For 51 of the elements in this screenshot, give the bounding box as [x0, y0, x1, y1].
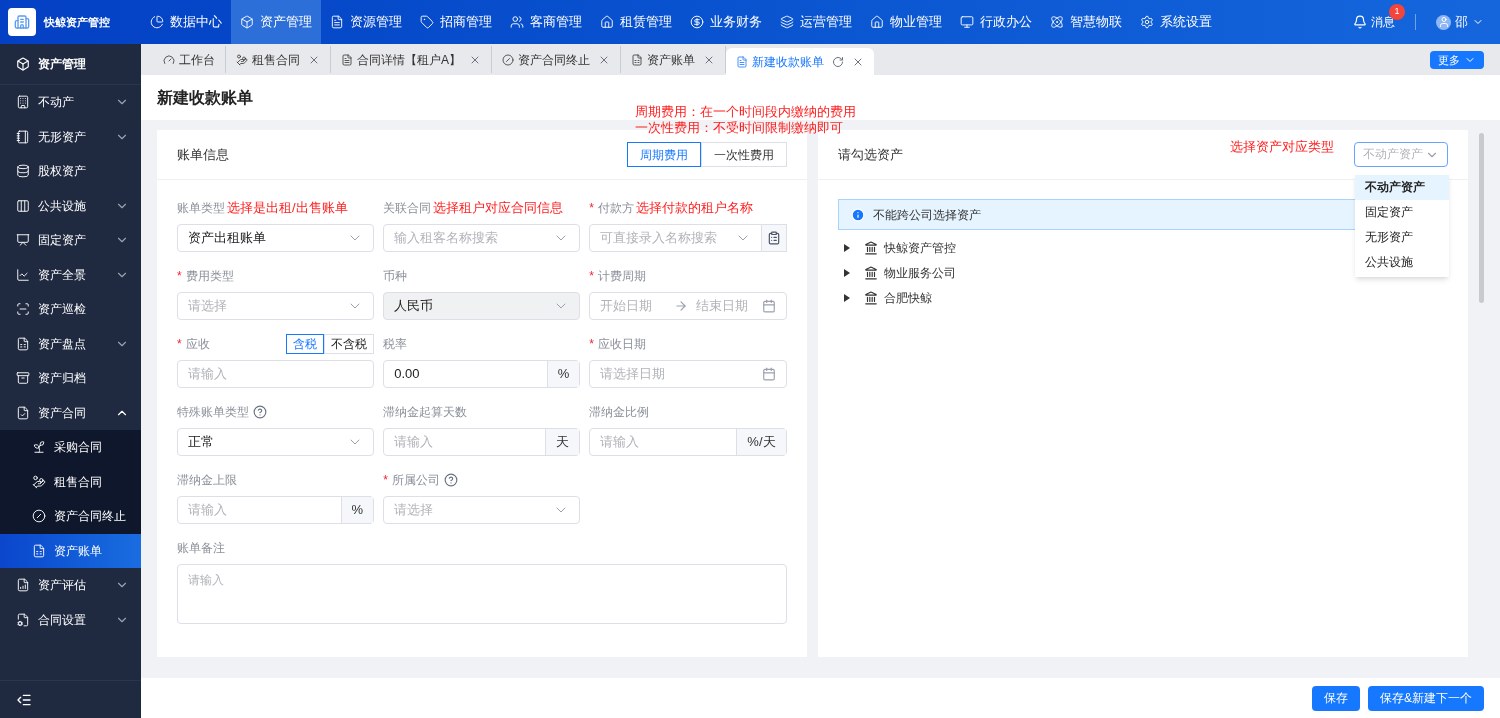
annotation-text: 选择是出租/出售账单 — [227, 199, 348, 218]
field-label: 所属公司 — [391, 472, 440, 489]
field-label: 滞纳金上限 — [177, 472, 237, 489]
field-value: 正常 — [188, 433, 214, 452]
field-label: 账单备注 — [177, 540, 226, 557]
unit-addon: %/天 — [736, 429, 786, 455]
field-label: 计费周期 — [598, 268, 646, 285]
field-label: 关联合同 — [383, 200, 432, 217]
alert-text: 不能跨公司选择资产 — [872, 206, 981, 224]
field-value: 资产出租账单 — [188, 229, 266, 248]
required-mark: * — [589, 200, 594, 217]
sidebar-title: 资产管理 — [38, 56, 86, 73]
field-placeholder: 请选择 — [394, 501, 434, 520]
field-placeholder: 开始日期 — [600, 297, 654, 316]
field-label: 特殊账单类型 — [177, 404, 249, 421]
field-placeholder: 结束日期 — [695, 297, 749, 316]
field-label: 应收日期 — [598, 336, 646, 353]
required-mark: * — [589, 268, 594, 285]
field-label: 税率 — [383, 336, 408, 353]
annotation-text: 选择付款的租户名称 — [636, 199, 753, 218]
app-name: 快鲸资产管控 — [44, 14, 110, 30]
unit-addon: % — [546, 361, 580, 387]
annotation-note: 周期费用：在一个时间段内缴纳的费用 一次性费用：不受时间限制缴纳即可 — [635, 104, 856, 136]
unit-addon: 天 — [545, 429, 580, 455]
field-label: 滞纳金起算天数 — [383, 404, 468, 421]
required-mark: * — [383, 472, 388, 489]
field-label: 费用类型 — [185, 268, 234, 285]
field-value: 人民币 — [394, 297, 434, 316]
card-title: 请勾选资产 — [837, 145, 903, 164]
required-mark: * — [177, 336, 182, 353]
field-placeholder: 可直接录入名称搜索 — [600, 229, 718, 248]
required-mark: * — [589, 336, 594, 353]
field-placeholder: 输入租客名称搜索 — [394, 229, 499, 248]
field-placeholder: 请输入 — [188, 502, 227, 518]
unit-addon: % — [340, 497, 374, 523]
field-placeholder: 请输入 — [600, 434, 640, 450]
field-placeholder: 请输入 — [188, 365, 227, 384]
field-placeholder: 请选择 — [188, 297, 227, 316]
card-title: 账单信息 — [177, 145, 229, 164]
field-placeholder: 请选择日期 — [600, 365, 666, 384]
annotation-text: 选择租户对应合同信息 — [433, 199, 564, 218]
field-placeholder: 请输入 — [394, 434, 434, 450]
page-title: 新建收款账单 — [157, 87, 253, 108]
required-mark: * — [177, 268, 182, 285]
field-label: 滞纳金比例 — [589, 404, 650, 421]
annotation-text: 选择资产对应类型 — [1230, 137, 1334, 156]
field-label: 账单类型 — [177, 200, 225, 217]
field-label: 付款方 — [598, 200, 634, 217]
field-label: 币种 — [383, 268, 408, 285]
field-value: 0.00 — [394, 366, 420, 382]
field-label: 应收 — [185, 336, 210, 353]
